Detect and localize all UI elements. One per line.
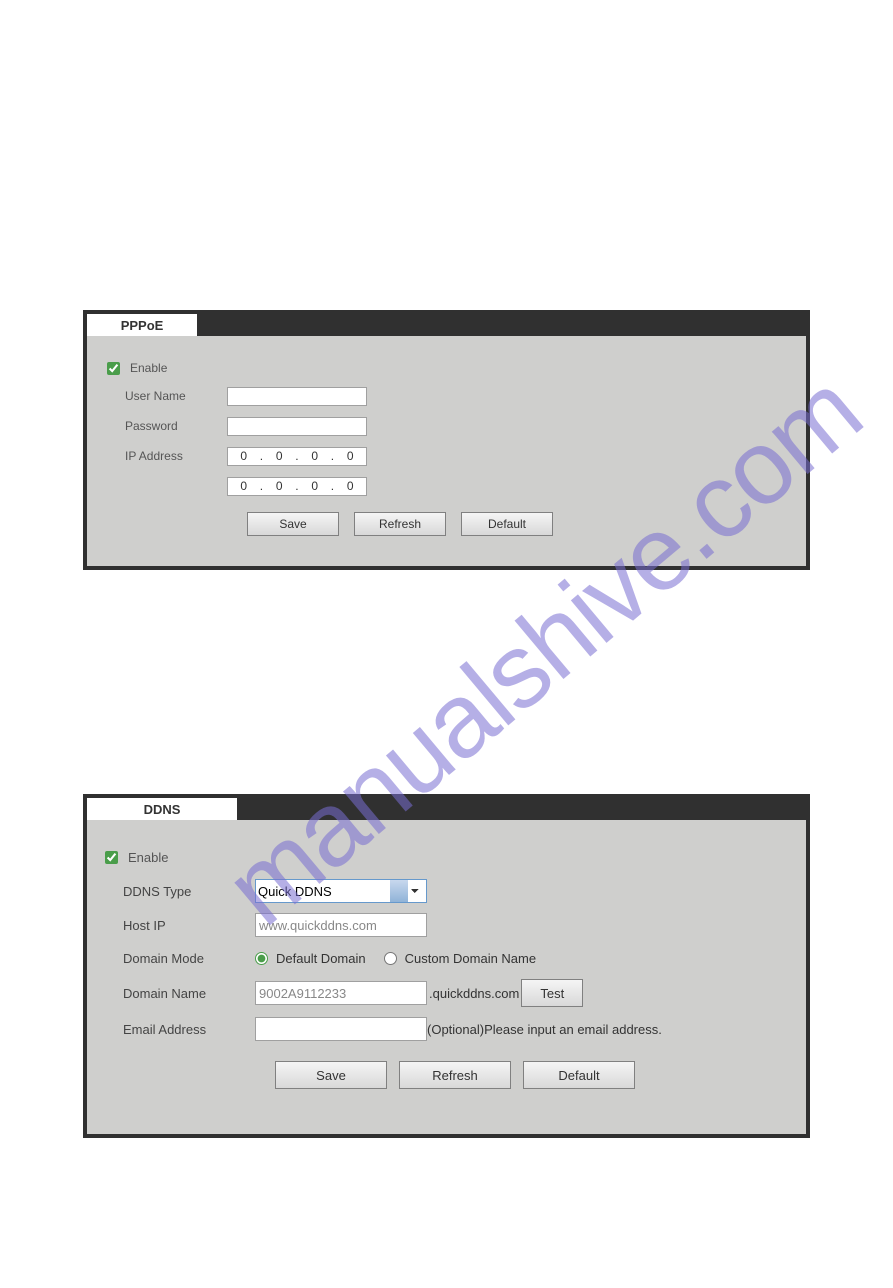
ddns-email-row: Email Address (Optional)Please input an … [105,1017,788,1041]
ddns-header: DDNS [87,798,806,820]
ddns-save-button[interactable]: Save [275,1061,387,1089]
ip1-a: 0 [240,449,247,463]
ddns-hostip-label: Host IP [105,918,255,933]
ddns-domainname-label: Domain Name [105,986,255,1001]
pppoe-password-row: Password [107,415,786,437]
ddns-default-button[interactable]: Default [523,1061,635,1089]
ddns-refresh-button[interactable]: Refresh [399,1061,511,1089]
ip2-a: 0 [240,479,247,493]
pppoe-ip1-input[interactable]: 0 . 0 . 0 . 0 [227,447,367,466]
pppoe-enable-checkbox[interactable] [107,362,120,375]
ddns-email-label: Email Address [105,1022,255,1037]
pppoe-header: PPPoE [87,314,806,336]
ip-dot: . [331,449,334,463]
pppoe-refresh-button[interactable]: Refresh [354,512,446,536]
ip-dot: . [295,449,298,463]
ddns-email-input[interactable] [255,1017,427,1041]
pppoe-ipaddress-row: IP Address 0 . 0 . 0 . 0 [107,445,786,467]
pppoe-ipaddress-label: IP Address [107,449,227,463]
pppoe-ip2-input[interactable]: 0 . 0 . 0 . 0 [227,477,367,496]
pppoe-tab[interactable]: PPPoE [87,314,197,336]
ddns-hostip-row: Host IP [105,913,788,937]
ddns-radio-default-label: Default Domain [276,951,366,966]
pppoe-username-input[interactable] [227,387,367,406]
ddns-enable-label: Enable [128,850,168,865]
pppoe-panel-outer: PPPoE Enable User Name Password IP Addre… [83,310,810,570]
ddns-domainmode-radio-group: Default Domain Custom Domain Name [255,951,546,966]
ddns-domainmode-label: Domain Mode [105,951,255,966]
pppoe-password-input[interactable] [227,417,367,436]
ip-dot: . [260,449,263,463]
ddns-type-select[interactable]: Quick DDNS [255,879,427,903]
ddns-enable-row: Enable [105,850,788,865]
ddns-domainmode-row: Domain Mode Default Domain Custom Domain… [105,947,788,969]
pppoe-button-row: Save Refresh Default [107,512,786,536]
ip1-d: 0 [347,449,354,463]
ddns-tab[interactable]: DDNS [87,798,237,820]
ip1-c: 0 [311,449,318,463]
ddns-test-button[interactable]: Test [521,979,583,1007]
ddns-type-row: DDNS Type Quick DDNS [105,879,788,903]
pppoe-username-row: User Name [107,385,786,407]
pppoe-password-label: Password [107,419,227,433]
ddns-domainname-input[interactable] [255,981,427,1005]
ddns-radio-default[interactable] [255,952,268,965]
pppoe-save-button[interactable]: Save [247,512,339,536]
pppoe-body: Enable User Name Password IP Address 0 .… [87,336,806,566]
pppoe-enable-label: Enable [130,361,167,375]
ddns-body: Enable DDNS Type Quick DDNS Host IP Doma… [87,820,806,1134]
ddns-hostip-input[interactable] [255,913,427,937]
ddns-enable-checkbox[interactable] [105,851,118,864]
ip-dot: . [331,479,334,493]
ddns-button-row: Save Refresh Default [105,1061,788,1089]
pppoe-enable-row: Enable [107,361,786,375]
pppoe-panel: PPPoE Enable User Name Password IP Addre… [83,310,810,570]
ddns-radio-custom-label: Custom Domain Name [405,951,537,966]
ip2-d: 0 [347,479,354,493]
ip2-c: 0 [311,479,318,493]
ip2-b: 0 [276,479,283,493]
ddns-email-hint: (Optional)Please input an email address. [427,1022,662,1037]
ddns-panel-outer: DDNS Enable DDNS Type Quick DDNS Host IP… [83,794,810,1138]
ddns-domainname-row: Domain Name .quickddns.com Test [105,979,788,1007]
ip1-b: 0 [276,449,283,463]
ddns-domain-suffix: .quickddns.com [429,986,519,1001]
ip-dot: . [295,479,298,493]
pppoe-default-button[interactable]: Default [461,512,553,536]
pppoe-username-label: User Name [107,389,227,403]
ddns-panel: DDNS Enable DDNS Type Quick DDNS Host IP… [83,794,810,1138]
ddns-type-label: DDNS Type [105,884,255,899]
ddns-radio-custom[interactable] [384,952,397,965]
ip-dot: . [260,479,263,493]
pppoe-ipaddress2-row: 0 . 0 . 0 . 0 [107,475,786,497]
